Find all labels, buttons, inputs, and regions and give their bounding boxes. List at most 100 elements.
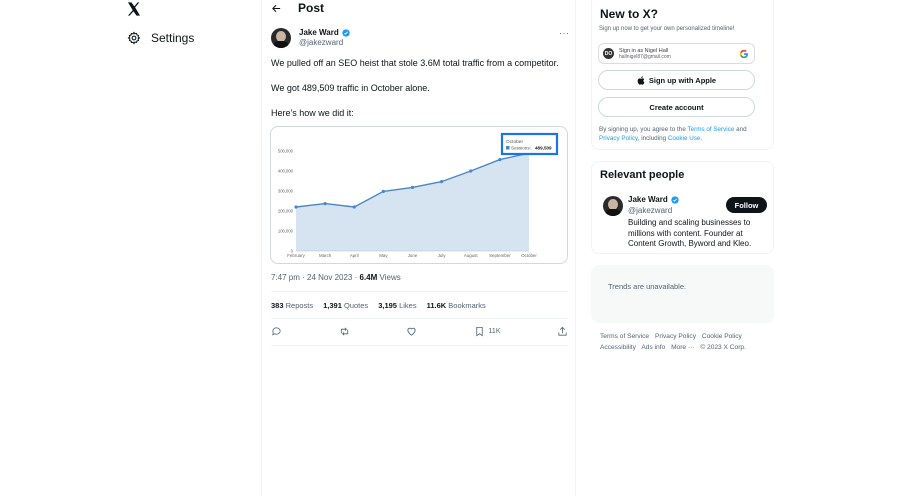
back-arrow-icon[interactable] [271, 3, 282, 14]
x-tick-label: February [287, 253, 305, 258]
new-to-x-card: New to X? Sign up now to get your own pe… [591, 0, 774, 150]
share-icon [558, 326, 567, 336]
page-title: Post [298, 1, 325, 15]
signup-terms: By signing up, you agree to the Terms of… [599, 126, 747, 142]
post-meta: 7:47 pm · 24 Nov 2023 · 6.4M Views [271, 273, 401, 282]
views-label: Views [377, 273, 401, 282]
post-stats: 383 Reposts 1,391 Quotes 3,195 Likes 11.… [271, 301, 486, 310]
post-text-line: We got 489,509 traffic in October alone. [271, 83, 430, 93]
new-to-x-subtitle: Sign up now to get your own personalized… [599, 26, 735, 32]
reply-button[interactable] [271, 326, 282, 337]
data-point [294, 205, 298, 209]
create-account-label: Create account [649, 102, 704, 112]
repost-button[interactable] [339, 326, 350, 337]
traffic-chart: 0100,000200,000300,000400,000500,000 Feb… [278, 132, 559, 258]
relevant-people-title: Relevant people [600, 169, 685, 181]
tooltip-value: 489,509 [535, 146, 552, 151]
bookmark-button[interactable]: 11K [474, 326, 501, 337]
person-handle[interactable]: @jakezward [628, 206, 672, 215]
y-tick-label: 400,000 [278, 169, 294, 174]
privacy-link[interactable]: Privacy Policy [599, 135, 638, 142]
create-account-button[interactable]: Create account [598, 97, 755, 117]
share-button[interactable] [557, 326, 568, 337]
new-to-x-title: New to X? [600, 7, 659, 21]
avatar[interactable] [271, 28, 291, 48]
data-point [381, 189, 385, 193]
y-tick-label: 300,000 [278, 189, 294, 194]
google-account-avatar: DO [603, 48, 614, 59]
data-point [352, 205, 356, 209]
y-tick-label: 200,000 [278, 209, 294, 214]
google-sign-in-button[interactable]: DO Sign in as Nigel Hall hallnigel87@gma… [598, 43, 755, 64]
follow-button[interactable]: Follow [726, 197, 767, 213]
post-column: Post Jake Ward @jakezward ··· We pulled … [261, 0, 576, 496]
data-point [498, 158, 502, 162]
data-point [410, 185, 415, 189]
data-point [323, 202, 327, 206]
post-text-line: Here's how we did it: [271, 108, 354, 118]
y-tick-label: 500,000 [278, 149, 294, 154]
more-options-icon[interactable]: ··· [559, 28, 570, 38]
apple-sign-up-label: Sign up with Apple [648, 75, 717, 85]
x-logo-icon[interactable] [126, 1, 142, 17]
reposts-stat[interactable]: 383 Reposts [271, 301, 313, 310]
chart-area [296, 153, 529, 251]
footer-links: Terms of Service Privacy Policy Cookie P… [600, 332, 770, 353]
y-tick-label: 100,000 [278, 229, 294, 234]
x-tick-label: August [464, 253, 478, 258]
apple-sign-up-button[interactable]: Sign up with Apple [598, 70, 755, 90]
tooltip-label: Sessions: [511, 146, 531, 151]
footer-link[interactable]: Terms of Service [600, 333, 649, 340]
x-tick-label: June [408, 253, 418, 258]
nav-settings-label: Settings [151, 31, 195, 45]
post-image-chart[interactable]: 0 100,000 200,000 300,000 400,000 500,000 Feb… [270, 126, 568, 264]
x-tick-label: May [379, 253, 388, 258]
bookmarks-stat[interactable]: 11.6K Bookmarks [427, 301, 486, 310]
author-name[interactable]: Jake Ward [299, 28, 339, 37]
footer-link[interactable]: Cookie Policy [702, 333, 742, 340]
trends-card: Trends are unavailable. [591, 265, 774, 323]
quotes-stat[interactable]: 1,391 Quotes [323, 301, 368, 310]
x-tick-label: July [438, 253, 447, 258]
reply-icon [272, 327, 281, 336]
author-handle[interactable]: @jakezward [299, 38, 350, 47]
like-button[interactable] [406, 326, 417, 337]
trends-unavailable-text: Trends are unavailable. [608, 282, 687, 291]
relevant-people-card: Relevant people Jake Ward @jakezward Bui… [591, 161, 774, 254]
nav-settings[interactable]: Settings [127, 31, 194, 45]
cookie-link[interactable]: Cookie Use [668, 135, 701, 142]
footer-link[interactable]: Privacy Policy [655, 333, 696, 340]
repost-icon [340, 327, 348, 336]
person-name[interactable]: Jake Ward [628, 195, 668, 204]
likes-stat[interactable]: 3,195 Likes [378, 301, 416, 310]
google-logo-icon [739, 49, 748, 59]
apple-logo-icon [637, 75, 645, 85]
person-bio: Building and scaling businesses to milli… [628, 218, 752, 248]
data-point [440, 180, 444, 184]
footer-link[interactable]: Ads info [641, 344, 665, 351]
post-header: Post [271, 1, 324, 15]
bookmark-icon [475, 326, 483, 337]
footer-copyright: © 2023 X Corp. [700, 343, 746, 351]
post-author[interactable]: Jake Ward @jakezward [271, 28, 350, 48]
tooltip-month: October [506, 139, 523, 145]
terms-link[interactable]: Terms of Service [687, 126, 734, 133]
x-tick-label: March [319, 253, 332, 258]
x-tick-label: April [350, 253, 359, 258]
x-tick-label: September [489, 253, 511, 258]
footer-link[interactable]: Accessibility [600, 344, 636, 351]
post-text-line: We pulled off an SEO heist that stole 3.… [271, 58, 559, 68]
post-timestamp[interactable]: 7:47 pm · 24 Nov 2023 · [271, 273, 360, 282]
footer-link[interactable]: More ··· [671, 344, 694, 351]
x-tick-label: October [521, 253, 537, 258]
chart-tooltip: October Sessions: 489,509 [500, 132, 559, 156]
google-sign-in-email: hallnigel87@gmail.com [619, 53, 671, 60]
verified-badge-icon [671, 195, 679, 204]
verified-badge-icon [342, 28, 350, 37]
person-avatar[interactable] [603, 196, 623, 216]
bookmark-count: 11K [488, 328, 501, 335]
heart-icon [407, 327, 416, 336]
data-point [469, 169, 473, 173]
views-count: 6.4M [359, 273, 378, 282]
post-actions: 11K [271, 326, 568, 337]
